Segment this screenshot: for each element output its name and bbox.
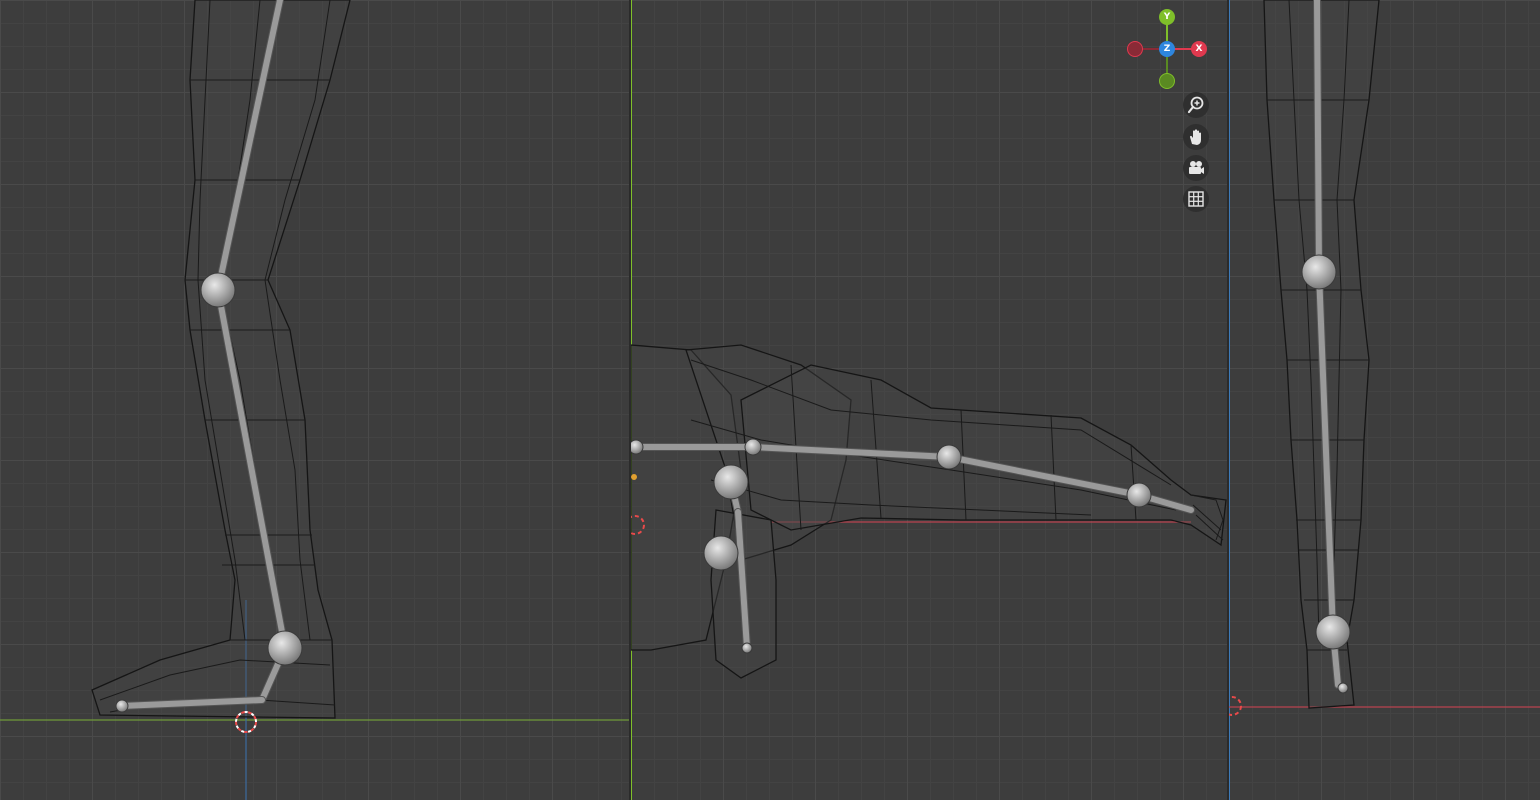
leg-front-scene bbox=[1229, 0, 1540, 800]
knee-joint[interactable] bbox=[1301, 254, 1337, 290]
zoom-in-icon bbox=[1187, 96, 1204, 114]
z-axis-label: Z bbox=[1163, 44, 1171, 54]
hand-icon bbox=[1190, 129, 1201, 145]
ankle-joint[interactable] bbox=[1315, 614, 1351, 650]
leg-mesh bbox=[91, 0, 351, 719]
elbow-joint[interactable] bbox=[936, 444, 962, 470]
navigation-gizmo[interactable]: Y Z X bbox=[1122, 6, 1212, 96]
3d-cursor[interactable] bbox=[1229, 696, 1242, 716]
viewport-left[interactable] bbox=[0, 0, 629, 800]
arm-mesh bbox=[740, 364, 1227, 547]
ankle-joint[interactable] bbox=[741, 642, 753, 654]
spine-joint[interactable] bbox=[631, 439, 644, 455]
viewport-right[interactable] bbox=[1229, 0, 1540, 800]
y-axis-ball[interactable]: Y bbox=[1159, 9, 1175, 25]
origin-dot bbox=[631, 474, 637, 480]
neg-x-axis-ball[interactable] bbox=[1127, 41, 1143, 57]
camera-icon bbox=[1189, 161, 1204, 174]
z-axis-ball[interactable]: Z bbox=[1159, 41, 1175, 57]
viewport-middle[interactable] bbox=[631, 0, 1227, 800]
pan-button[interactable] bbox=[1183, 124, 1209, 150]
leg-side-scene bbox=[0, 0, 629, 800]
x-axis-ball[interactable]: X bbox=[1191, 41, 1207, 57]
grid-icon bbox=[1188, 191, 1204, 207]
camera-button[interactable] bbox=[1183, 155, 1209, 181]
y-axis-label: Y bbox=[1163, 12, 1171, 22]
knee-joint[interactable] bbox=[703, 535, 739, 571]
toe-joint[interactable] bbox=[115, 699, 129, 713]
zoom-button[interactable] bbox=[1183, 92, 1209, 118]
neg-y-axis-ball[interactable] bbox=[1159, 73, 1175, 89]
ankle-joint[interactable] bbox=[267, 630, 303, 666]
hip-joint[interactable] bbox=[713, 464, 749, 500]
toe-joint[interactable] bbox=[1337, 682, 1349, 694]
x-axis-label: X bbox=[1195, 44, 1203, 54]
knee-joint[interactable] bbox=[200, 272, 236, 308]
wrist-joint[interactable] bbox=[1126, 482, 1152, 508]
arm-top-scene bbox=[631, 0, 1227, 800]
ortho-toggle-button[interactable] bbox=[1183, 186, 1209, 212]
shoulder-joint[interactable] bbox=[744, 438, 762, 456]
